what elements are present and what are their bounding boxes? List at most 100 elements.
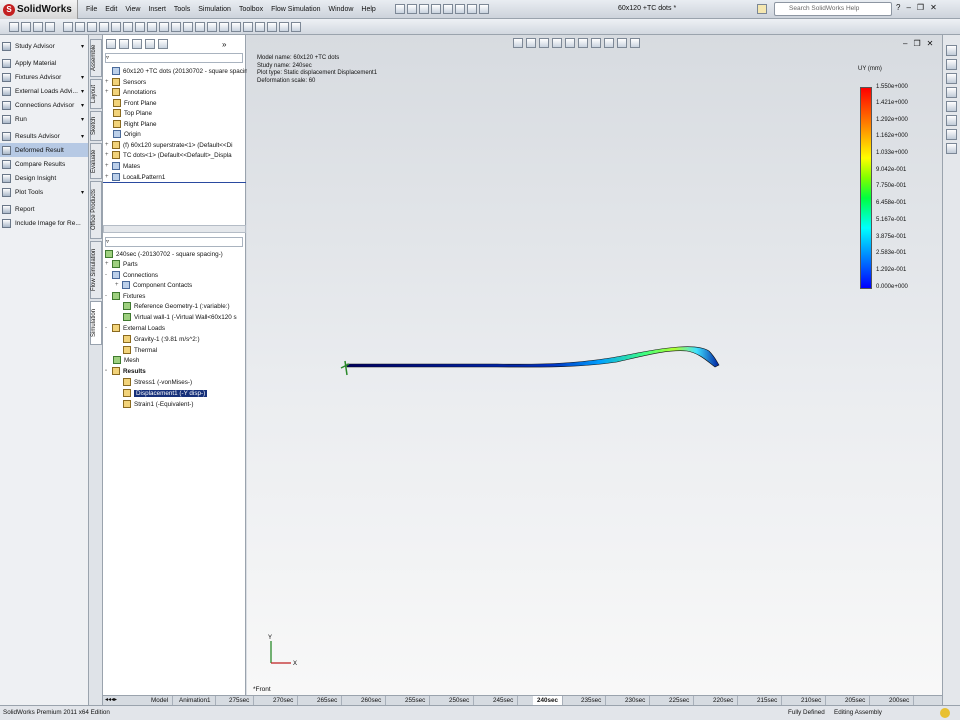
filter-input[interactable]: ▿ <box>105 53 243 63</box>
tab-flow-simulation[interactable]: Flow Simulation <box>90 241 102 299</box>
chevron-down-icon[interactable]: ▾ <box>81 43 84 50</box>
menu-tools[interactable]: Tools <box>170 6 194 13</box>
dimxpert-icon[interactable] <box>145 39 155 49</box>
appearances-icon[interactable] <box>946 101 957 112</box>
search-icon[interactable] <box>757 4 767 14</box>
collapse-icon[interactable]: - <box>105 368 111 374</box>
resources-icon[interactable] <box>946 45 957 56</box>
sim-node-displacement[interactable]: Displacement1 (-Y disp-) <box>123 388 208 398</box>
zoom-icon[interactable] <box>9 21 19 32</box>
minimize-icon[interactable]: – <box>906 3 910 12</box>
display-icon[interactable] <box>158 39 168 49</box>
compare-icon[interactable] <box>279 21 289 32</box>
sim-node-results[interactable]: - Results <box>105 366 146 376</box>
tree-node-right-plane[interactable]: Right Plane <box>113 119 157 129</box>
menu-help[interactable]: Help <box>357 6 379 13</box>
rebuild-icon[interactable] <box>466 3 477 14</box>
measure-icon[interactable] <box>135 21 145 32</box>
menu-insert[interactable]: Insert <box>144 6 170 13</box>
design-insight-button[interactable]: Design Insight <box>0 171 88 185</box>
tree-node-superstrate[interactable]: + (f) 60x120 superstrate<1> (Default<<Di <box>105 140 233 150</box>
model-viewport[interactable]: Y X <box>247 35 942 695</box>
expand-icon[interactable]: + <box>105 152 111 158</box>
menu-simulation[interactable]: Simulation <box>194 6 235 13</box>
expand-icon[interactable]: + <box>105 142 111 148</box>
collapse-icon[interactable]: - <box>105 293 111 299</box>
expand-icon[interactable]: + <box>105 174 111 180</box>
color-legend-bar[interactable] <box>860 87 872 289</box>
sim-node-component-contacts[interactable]: + Component Contacts <box>115 280 192 290</box>
settings-icon[interactable] <box>291 21 301 32</box>
sim-node-strain[interactable]: Strain1 (-Equivalent-) <box>123 399 194 409</box>
pan-icon[interactable] <box>33 21 43 32</box>
feature-tree-icon[interactable] <box>106 39 116 49</box>
tree-node-top-plane[interactable]: Top Plane <box>113 108 152 118</box>
config-icon[interactable] <box>132 39 142 49</box>
sim-node-gravity[interactable]: Gravity-1 (:9.81 m/s^2:) <box>123 334 200 344</box>
tab-assemble[interactable]: Assemble <box>90 39 102 77</box>
tab-sketch[interactable]: Sketch <box>90 111 102 141</box>
sim-node-stress[interactable]: Stress1 (-vonMises-) <box>123 377 192 387</box>
rotate-icon[interactable] <box>21 21 31 32</box>
expand-icon[interactable]: + <box>105 261 111 267</box>
mate-icon[interactable] <box>183 21 193 32</box>
tab-office-products[interactable]: Office Products <box>90 181 102 239</box>
rebuild-status-icon[interactable] <box>940 708 950 718</box>
external-loads-advisor-button[interactable]: External Loads Advi... ▾ <box>0 84 88 98</box>
sim-filter-input[interactable]: ▿ <box>105 237 243 247</box>
close-icon[interactable]: ✕ <box>930 3 937 12</box>
splitter[interactable] <box>103 182 246 183</box>
help-icon[interactable]: ? <box>896 3 900 12</box>
view-orientation-icon[interactable] <box>63 21 73 32</box>
probe-icon[interactable] <box>243 21 253 32</box>
iso-clip-icon[interactable] <box>267 21 277 32</box>
undo-icon[interactable] <box>442 3 453 14</box>
collapse-icon[interactable]: - <box>105 272 111 278</box>
sim-node-fixtures[interactable]: - Fixtures <box>105 291 145 301</box>
section-icon[interactable] <box>45 21 55 32</box>
menu-edit[interactable]: Edit <box>101 6 121 13</box>
deformed-result-button[interactable]: Deformed Result <box>0 143 88 157</box>
menu-window[interactable]: Window <box>325 6 358 13</box>
sim-node-study[interactable]: 240sec (-20130702 - square spacing-) <box>105 249 223 259</box>
view-palette-icon[interactable] <box>946 87 957 98</box>
plane-icon[interactable] <box>171 21 181 32</box>
connections-advisor-button[interactable]: Connections Advisor ▾ <box>0 98 88 112</box>
results-advisor-button[interactable]: Results Advisor ▾ <box>0 129 88 143</box>
chevron-down-icon[interactable]: ▾ <box>81 189 84 196</box>
tree-node-annotations[interactable]: + Annotations <box>105 87 156 97</box>
sim-node-external-loads[interactable]: - External Loads <box>105 323 165 333</box>
chevron-down-icon[interactable]: ▾ <box>81 116 84 123</box>
hide-show-icon[interactable] <box>87 21 97 32</box>
study-advisor-button[interactable]: Study Advisor ▾ <box>0 39 88 53</box>
sim-node-reference-geometry[interactable]: Reference Geometry-1 (:variable:) <box>123 301 230 311</box>
include-image-button[interactable]: Include Image for Re... <box>0 216 88 230</box>
tab-scroll-arrows[interactable]: ◂◂◂▸ <box>105 696 117 703</box>
scene-icon[interactable] <box>111 21 121 32</box>
move-icon[interactable] <box>195 21 205 32</box>
expand-icon[interactable]: + <box>105 163 111 169</box>
appearance-icon[interactable] <box>99 21 109 32</box>
compare-results-button[interactable]: Compare Results <box>0 157 88 171</box>
explode-icon[interactable] <box>207 21 217 32</box>
tab-simulation[interactable]: Simulation <box>90 301 102 345</box>
save-icon[interactable] <box>418 3 429 14</box>
camera-icon[interactable] <box>123 21 133 32</box>
tab-layout[interactable]: Layout <box>90 79 102 109</box>
sim-node-parts[interactable]: + Parts <box>105 259 138 269</box>
tree-node-sensors[interactable]: + Sensors <box>105 77 146 87</box>
sim-node-connections[interactable]: - Connections <box>105 270 158 280</box>
mass-icon[interactable] <box>147 21 157 32</box>
menu-file[interactable]: File <box>82 6 101 13</box>
animate-icon[interactable] <box>255 21 265 32</box>
collapse-icon[interactable]: - <box>105 325 111 331</box>
run-icon[interactable] <box>219 21 229 32</box>
property-icon[interactable] <box>119 39 129 49</box>
options-icon[interactable] <box>478 3 489 14</box>
new-icon[interactable] <box>394 3 405 14</box>
sketch-icon[interactable] <box>159 21 169 32</box>
color-icon[interactable] <box>946 129 957 140</box>
sim-node-thermal[interactable]: Thermal <box>123 345 157 355</box>
chevron-down-icon[interactable]: ▾ <box>81 133 84 140</box>
print-icon[interactable] <box>430 3 441 14</box>
